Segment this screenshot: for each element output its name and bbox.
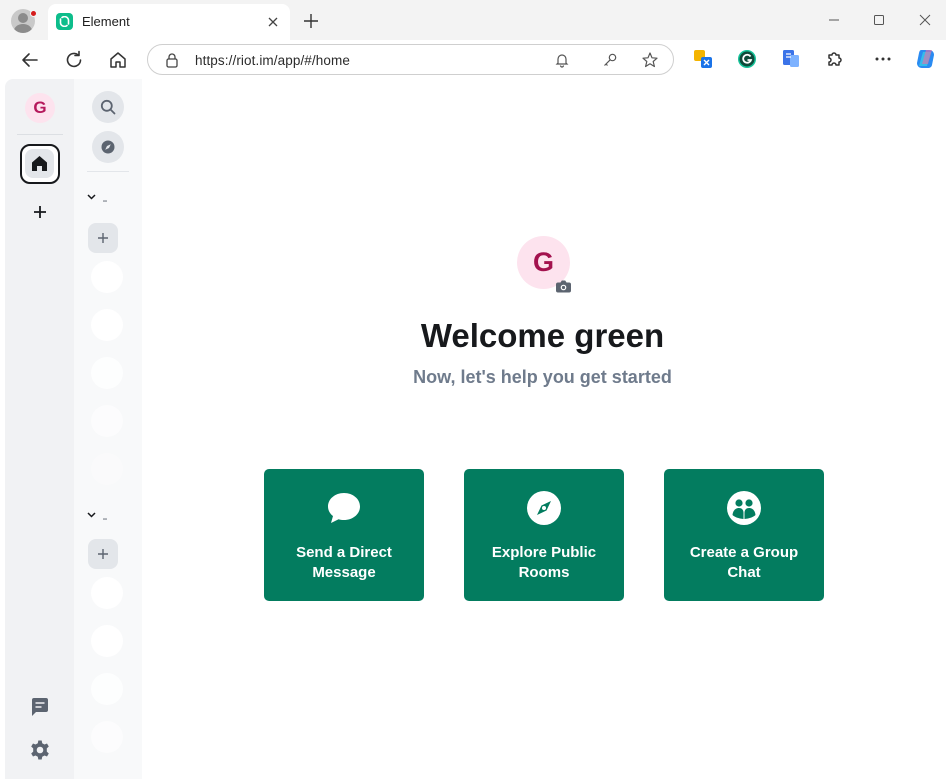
room-placeholder bbox=[91, 357, 123, 389]
people-section-toggle[interactable] bbox=[86, 191, 108, 203]
home-page-icon[interactable] bbox=[106, 48, 130, 72]
rooms-section-toggle[interactable] bbox=[86, 509, 108, 521]
extensions-puzzle-icon[interactable] bbox=[825, 49, 845, 69]
spaces-bar: G bbox=[5, 79, 74, 779]
copilot-icon[interactable] bbox=[913, 46, 939, 72]
home-space-button[interactable] bbox=[20, 144, 60, 184]
chat-bubble-icon bbox=[328, 493, 360, 523]
room-list-divider bbox=[87, 171, 129, 172]
element-favicon-icon bbox=[56, 13, 73, 30]
send-direct-message-button[interactable]: Send a Direct Message bbox=[264, 469, 424, 601]
browser-toolbar: https://riot.im/app/#/home bbox=[0, 40, 946, 80]
card-label: Send a Direct Message bbox=[296, 544, 392, 581]
card-label: Explore Public Rooms bbox=[491, 544, 597, 581]
add-room-button[interactable] bbox=[88, 539, 118, 569]
room-placeholder bbox=[91, 625, 123, 657]
start-chat-add-button[interactable] bbox=[88, 223, 118, 253]
add-icon bbox=[98, 233, 108, 243]
home-page: G Welcome green Now, let's help you get … bbox=[142, 79, 943, 779]
compass-small-icon bbox=[101, 140, 115, 154]
compass-icon bbox=[527, 491, 561, 525]
converter-extension-icon[interactable] bbox=[781, 49, 801, 69]
room-placeholder bbox=[91, 721, 123, 753]
create-space-icon[interactable] bbox=[31, 203, 49, 221]
browser-tab[interactable]: Element bbox=[48, 4, 290, 40]
minimize-icon[interactable] bbox=[822, 8, 846, 32]
group-icon bbox=[727, 491, 761, 525]
card-label: Create a Group Chat bbox=[689, 544, 799, 581]
spaces-divider bbox=[17, 134, 63, 135]
threads-chat-icon[interactable] bbox=[29, 696, 51, 718]
translate-extension-icon[interactable] bbox=[693, 49, 713, 69]
bell-icon[interactable] bbox=[553, 51, 571, 69]
search-icon bbox=[100, 99, 116, 115]
reload-icon[interactable] bbox=[62, 48, 86, 72]
create-group-chat-button[interactable]: Create a Group Chat bbox=[664, 469, 824, 601]
lock-icon[interactable] bbox=[164, 52, 180, 74]
favorite-star-icon[interactable] bbox=[641, 51, 659, 69]
camera-icon[interactable] bbox=[555, 279, 572, 294]
room-placeholder bbox=[91, 673, 123, 705]
notification-dot bbox=[30, 10, 37, 17]
settings-gear-icon[interactable] bbox=[29, 739, 51, 761]
more-menu-icon[interactable] bbox=[873, 49, 893, 69]
room-list-panel bbox=[74, 79, 142, 779]
close-tab-icon[interactable] bbox=[262, 11, 284, 33]
room-placeholder bbox=[91, 453, 123, 485]
url-text[interactable]: https://riot.im/app/#/home bbox=[195, 53, 350, 68]
home-icon bbox=[32, 156, 47, 171]
explore-rooms-button[interactable] bbox=[92, 131, 124, 163]
room-placeholder bbox=[91, 309, 123, 341]
user-menu-avatar[interactable]: G bbox=[25, 93, 55, 123]
search-button[interactable] bbox=[92, 91, 124, 123]
welcome-title: Welcome green bbox=[420, 317, 665, 354]
maximize-icon[interactable] bbox=[867, 8, 891, 32]
room-placeholder bbox=[91, 261, 123, 293]
add-icon bbox=[98, 549, 108, 559]
new-tab-icon[interactable] bbox=[300, 10, 322, 32]
address-bar[interactable]: https://riot.im/app/#/home bbox=[147, 44, 674, 75]
room-placeholder bbox=[91, 405, 123, 437]
room-placeholder bbox=[91, 577, 123, 609]
key-icon[interactable] bbox=[601, 51, 619, 69]
explore-public-rooms-button[interactable]: Explore Public Rooms bbox=[464, 469, 624, 601]
grammarly-extension-icon[interactable] bbox=[737, 49, 757, 69]
element-app: G G Welcome green Now, let's help you ge… bbox=[5, 79, 943, 779]
back-icon[interactable] bbox=[18, 48, 42, 72]
welcome-subtitle: Now, let's help you get started bbox=[413, 367, 672, 387]
tab-title: Element bbox=[82, 14, 130, 29]
close-window-icon[interactable] bbox=[913, 8, 937, 32]
browser-titlebar: Element bbox=[0, 0, 946, 40]
